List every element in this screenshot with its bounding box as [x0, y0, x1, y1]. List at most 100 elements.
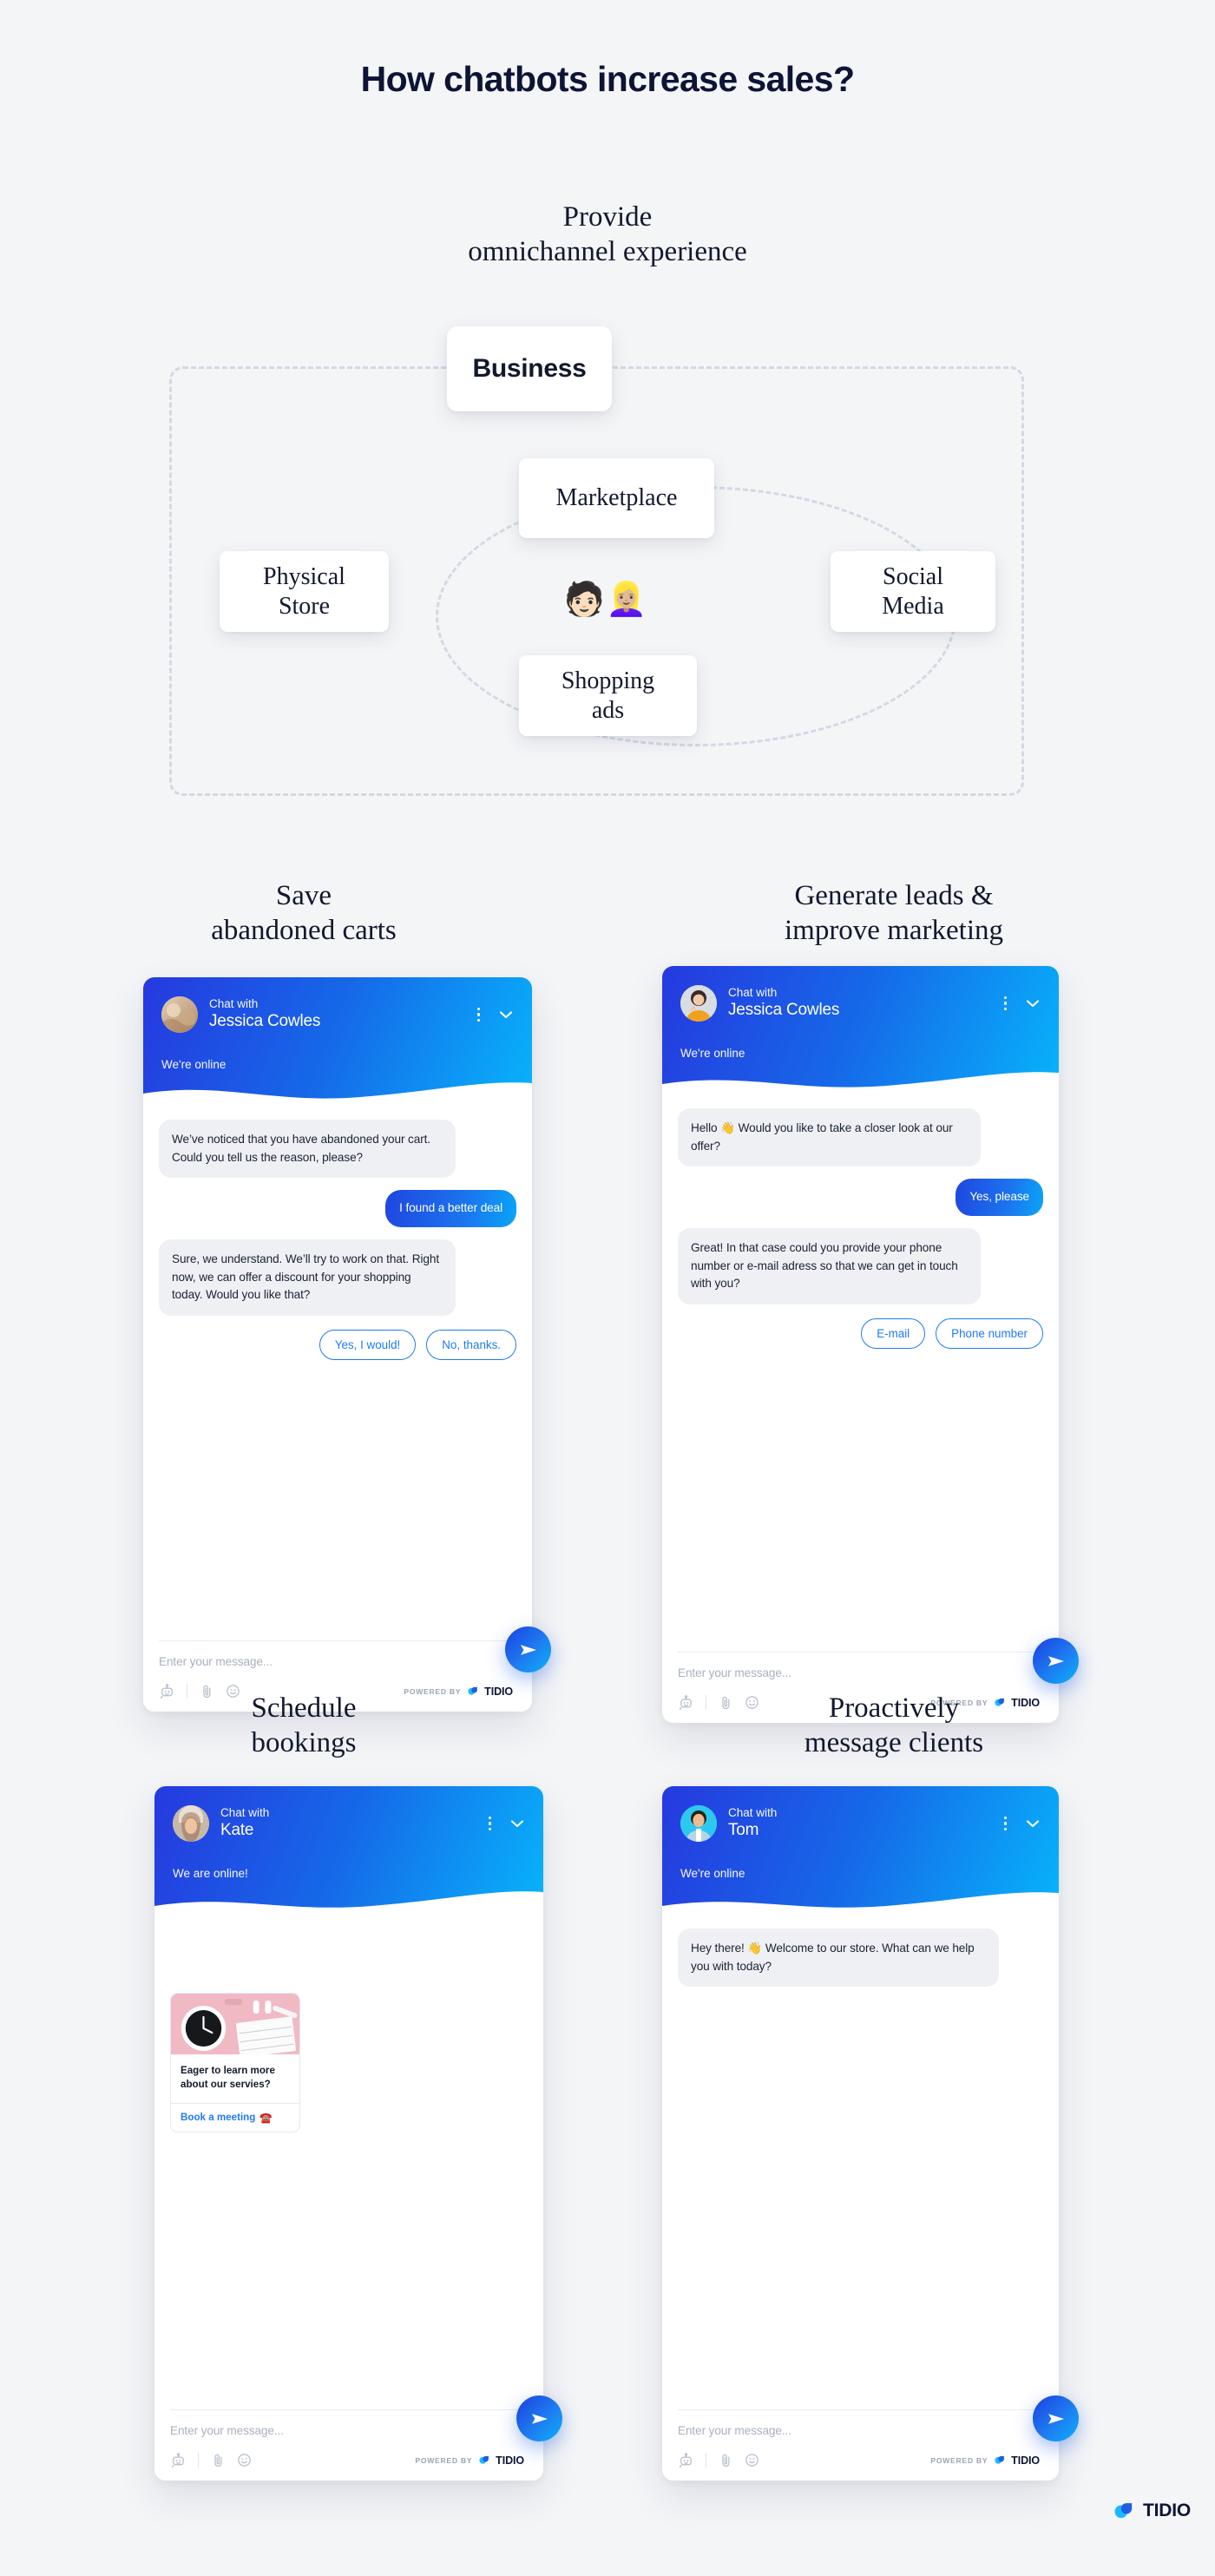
node-marketplace[interactable]: Marketplace — [519, 458, 714, 538]
composer-divider — [170, 2409, 528, 2410]
bot-icon[interactable] — [170, 2452, 187, 2468]
message-list: Hey there! 👋 Welcome to our store. What … — [662, 1929, 1059, 1988]
powered-by-label: POWERED BY — [930, 2455, 988, 2465]
header-wave — [143, 1078, 532, 1107]
chat-widget-schedule-bookings[interactable]: Chat with Kate We are online! Eager to l… — [154, 1786, 562, 2481]
composer: Enter your message... POWERED BY TIDIO — [154, 2409, 543, 2481]
telephone-icon: ☎️ — [259, 2112, 273, 2124]
customers-emoji: 🧑🏻👱🏼‍♀️ — [563, 582, 648, 618]
bot-message-bubble: Hello 👋 Would you like to take a closer … — [678, 1108, 982, 1167]
message-row: Hello 👋 Would you like to take a closer … — [678, 1108, 1043, 1167]
message-row: Yes, please — [678, 1179, 1043, 1216]
node-physical-store[interactable]: Physical Store — [220, 551, 389, 632]
chat-with-label: Chat with — [728, 985, 778, 999]
infographic-page: How chatbots increase sales? Provide omn… — [0, 0, 1215, 2576]
chat-header: Chat with Tom We're online — [662, 1786, 1059, 1916]
powered-by-tidio: POWERED BY TIDIO — [415, 2454, 528, 2467]
message-input[interactable]: Enter your message... — [678, 2424, 1043, 2452]
node-social-media[interactable]: Social Media — [831, 551, 995, 632]
quick-reply-phone[interactable]: Phone number — [936, 1318, 1043, 1349]
message-input[interactable]: Enter your message... — [170, 2424, 528, 2452]
node-business[interactable]: Business — [447, 326, 612, 411]
section-title-generate-leads: Generate leads & improve marketing — [784, 880, 1003, 947]
bot-message-bubble: Hey there! 👋 Welcome to our store. What … — [678, 1929, 1000, 1988]
quick-reply-yes[interactable]: Yes, I would! — [319, 1329, 417, 1360]
tidio-logo-icon — [477, 2454, 490, 2467]
bot-message-bubble: Great! In that case could you provide yo… — [678, 1227, 982, 1304]
book-a-meeting-label: Book a meeting — [181, 2112, 256, 2124]
kebab-menu-icon[interactable] — [1001, 1813, 1011, 1835]
send-button[interactable] — [505, 1626, 551, 1672]
message-row: Sure, we understand. We’ll try to work o… — [159, 1239, 516, 1316]
agent-name: Kate — [220, 1820, 254, 1839]
bot-message-bubble: Sure, we understand. We’ll try to work o… — [159, 1239, 456, 1316]
book-a-meeting-button[interactable]: Book a meeting ☎️ — [171, 2102, 299, 2132]
chevron-down-icon[interactable] — [497, 1006, 515, 1023]
powered-by-tidio: POWERED BY TIDIO — [930, 2454, 1043, 2467]
message-list: We’ve noticed that you have abandoned yo… — [143, 1120, 532, 1360]
composer-divider — [678, 1652, 1043, 1653]
chat-header: Chat with Jessica Cowles We're online — [143, 977, 532, 1107]
booking-card-text: Eager to learn more about our servies? — [181, 2065, 275, 2091]
online-status: We're online — [161, 1058, 227, 1071]
booking-card[interactable]: Eager to learn more about our servies? B… — [170, 1993, 300, 2132]
kebab-menu-icon[interactable] — [1001, 993, 1011, 1015]
kebab-menu-icon[interactable] — [474, 1004, 484, 1026]
kebab-menu-icon[interactable] — [485, 1813, 496, 1835]
bot-icon[interactable] — [678, 2452, 694, 2468]
chevron-down-icon[interactable] — [1024, 1815, 1041, 1832]
header-wave — [662, 1887, 1059, 1916]
tidio-logo-icon — [993, 2454, 1006, 2467]
message-list: Eager to learn more about our servies? B… — [154, 1993, 543, 2132]
message-row: We’ve noticed that you have abandoned yo… — [159, 1120, 516, 1179]
avatar — [680, 985, 717, 1022]
chat-header: Chat with Jessica Cowles We're online — [662, 966, 1059, 1096]
header-wave — [662, 1067, 1059, 1096]
avatar — [161, 996, 198, 1033]
header-wave — [154, 1887, 543, 1916]
quick-reply-no[interactable]: No, thanks. — [426, 1329, 516, 1360]
avatar — [680, 1805, 717, 1842]
send-button[interactable] — [1033, 1638, 1079, 1684]
smiley-icon[interactable] — [236, 2452, 253, 2468]
message-input[interactable]: Enter your message... — [159, 1655, 516, 1683]
user-message-bubble: I found a better deal — [385, 1190, 516, 1227]
message-list: Hello 👋 Would you like to take a closer … — [662, 1108, 1059, 1349]
section-title-proactively-message-clients: Proactively message clients — [804, 1692, 984, 1759]
message-row: Great! In that case could you provide yo… — [678, 1227, 1043, 1304]
paperclip-icon[interactable] — [210, 2452, 227, 2468]
tidio-wordmark: TIDIO — [1011, 2454, 1040, 2467]
paperclip-icon[interactable] — [718, 2452, 734, 2468]
online-status: We're online — [680, 1867, 745, 1880]
quick-reply-email[interactable]: E-mail — [861, 1318, 926, 1349]
agent-name: Jessica Cowles — [728, 1000, 840, 1019]
tidio-wordmark: TIDIO — [1143, 2500, 1191, 2520]
message-row: Hey there! 👋 Welcome to our store. What … — [678, 1929, 1043, 1988]
footer-brand: TIDIO — [1112, 2499, 1191, 2522]
chevron-down-icon[interactable] — [1024, 995, 1041, 1012]
agent-name: Jessica Cowles — [209, 1011, 321, 1030]
send-button[interactable] — [516, 2395, 562, 2441]
section-title-schedule-bookings: Schedule bookings — [251, 1692, 357, 1759]
tidio-wordmark: TIDIO — [496, 2454, 524, 2467]
chat-widget-save-abandoned-carts[interactable]: Chat with Jessica Cowles We're online We… — [143, 977, 551, 1712]
online-status: We are online! — [173, 1867, 248, 1880]
chat-widget-generate-leads[interactable]: Chat with Jessica Cowles We're online He… — [662, 966, 1079, 1723]
quick-reply-row: Yes, I would! No, thanks. — [159, 1329, 516, 1360]
smiley-icon[interactable] — [744, 2452, 760, 2468]
powered-by-label: POWERED BY — [415, 2455, 473, 2465]
node-shopping-ads[interactable]: Shopping ads — [519, 655, 697, 736]
chat-header: Chat with Kate We are online! — [154, 1786, 543, 1916]
chat-with-label: Chat with — [728, 1805, 778, 1819]
message-row: I found a better deal — [159, 1190, 516, 1227]
send-button[interactable] — [1033, 2395, 1079, 2441]
chevron-down-icon[interactable] — [509, 1815, 526, 1832]
quick-reply-row: E-mail Phone number — [678, 1318, 1043, 1349]
composer-divider — [678, 2409, 1043, 2410]
section-title-save-abandoned-carts: Save abandoned carts — [211, 880, 397, 947]
page-title: How chatbots increase sales? — [360, 59, 855, 99]
omnichannel-diagram: Business Marketplace Physical Store Soci… — [169, 326, 1024, 803]
composer: Enter your message... POWERED BY TIDIO — [662, 2409, 1059, 2481]
tidio-logo-icon — [1112, 2499, 1135, 2522]
chat-widget-proactively-message-clients[interactable]: Chat with Tom We're online Hey there! 👋 … — [662, 1786, 1079, 2481]
